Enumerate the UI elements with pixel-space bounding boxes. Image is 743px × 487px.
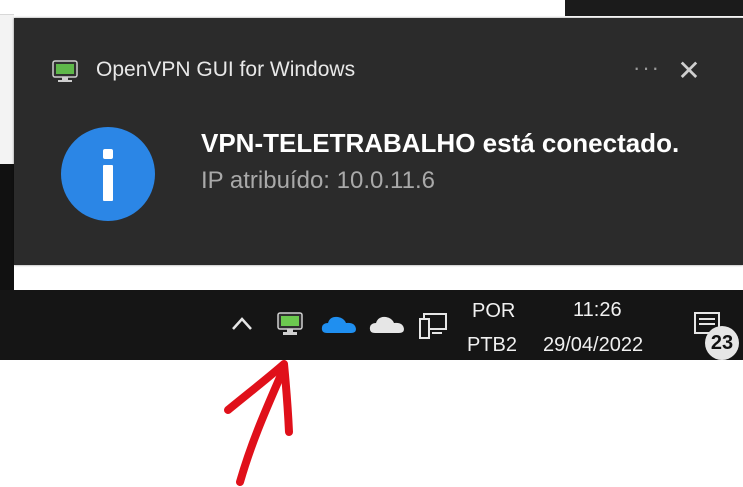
taskbar: POR PTB2 11:26 29/04/2022 23 xyxy=(0,290,743,360)
toast-body: IP atribuído: 10.0.11.6 xyxy=(201,167,435,194)
background-window-left xyxy=(0,14,14,165)
language-indicator[interactable]: POR xyxy=(472,300,515,323)
toast-app-name: OpenVPN GUI for Windows xyxy=(96,58,356,81)
notification-toast[interactable]: OpenVPN GUI for Windows ··· ✕ VPN-TELETR… xyxy=(14,18,743,265)
openvpn-app-icon xyxy=(52,60,78,82)
clock-date[interactable]: 29/04/2022 xyxy=(543,334,643,357)
chevron-up-icon[interactable] xyxy=(229,312,255,334)
toast-header: OpenVPN GUI for Windows ··· ✕ xyxy=(14,18,743,118)
keyboard-layout-indicator[interactable]: PTB2 xyxy=(467,334,517,357)
clock-time[interactable]: 11:26 xyxy=(573,299,622,322)
onedrive-icon[interactable] xyxy=(321,314,357,336)
toast-title: VPN-TELETRABALHO está conectado. xyxy=(201,128,680,158)
network-icon[interactable] xyxy=(418,312,450,340)
openvpn-tray-icon[interactable] xyxy=(276,310,304,338)
close-button[interactable]: ✕ xyxy=(672,54,706,88)
onedrive-personal-icon[interactable] xyxy=(369,314,405,336)
background-window-left-dark xyxy=(0,164,14,290)
notification-count-badge: 23 xyxy=(705,326,739,360)
background-window-top xyxy=(565,0,743,16)
more-options-button[interactable]: ··· xyxy=(629,54,665,86)
info-icon xyxy=(61,127,155,221)
